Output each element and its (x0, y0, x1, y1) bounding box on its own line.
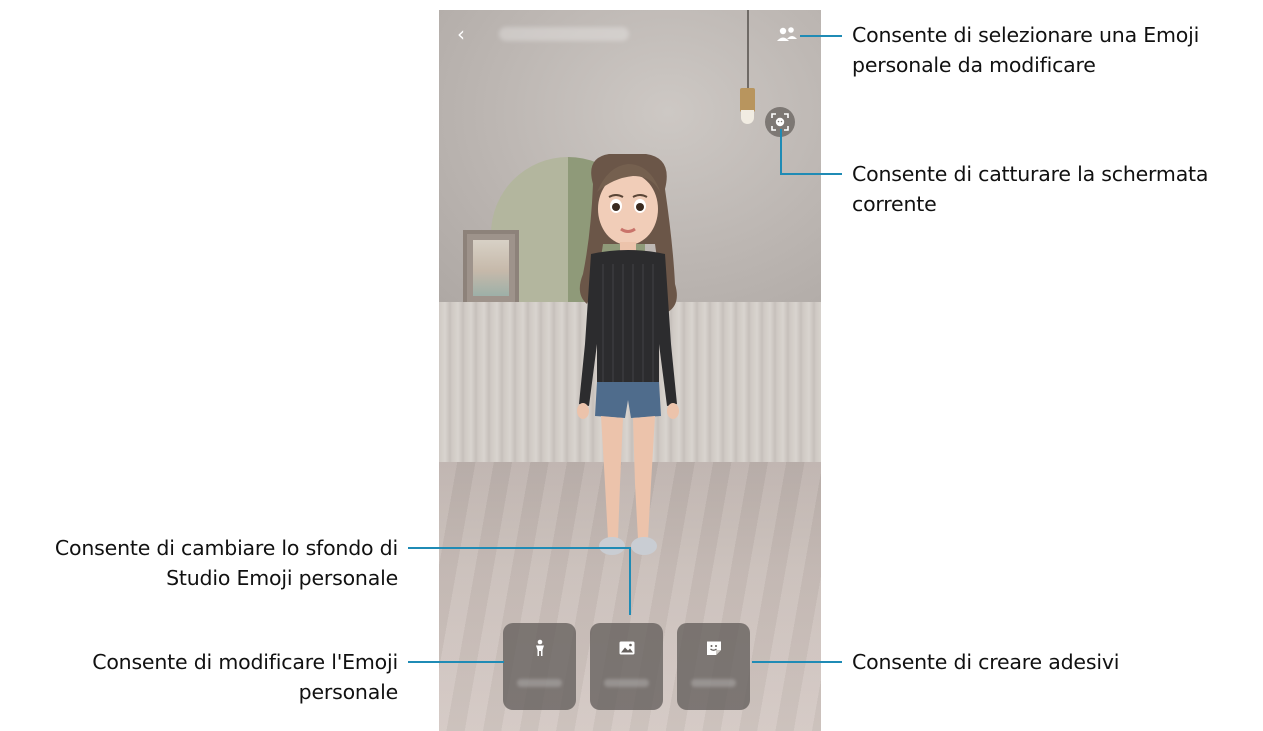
callout-background-line2: Studio Emoji personale (166, 566, 398, 590)
callout-select-emoji: Consente di selezionare una Emoji person… (852, 20, 1199, 80)
lamp-bulb (741, 110, 754, 124)
callout-line-background-h (408, 547, 631, 549)
callout-capture-line2: corrente (852, 192, 937, 216)
callout-stickers-line1: Consente di creare adesivi (852, 650, 1120, 674)
callout-line-background-v (629, 547, 631, 615)
phone-screen: ‹ (439, 10, 821, 731)
callout-line-edit (408, 661, 504, 663)
edit-body-button[interactable] (503, 623, 576, 710)
edit-body-label (517, 679, 562, 687)
chevron-left-icon: ‹ (457, 22, 465, 46)
callout-line-capture-h (780, 173, 842, 175)
back-button[interactable]: ‹ (457, 22, 477, 46)
select-emoji-button[interactable] (774, 22, 800, 46)
callout-edit-line2: personale (298, 680, 399, 704)
picture-frame (463, 230, 519, 306)
callout-change-background: Consente di cambiare lo sfondo di Studio… (0, 533, 398, 593)
callout-background-line1: Consente di cambiare lo sfondo di (54, 536, 398, 560)
create-stickers-label (691, 679, 736, 687)
screen-title (499, 27, 629, 41)
callout-capture-line1: Consente di catturare la schermata (852, 162, 1209, 186)
change-background-label (604, 679, 649, 687)
change-background-button[interactable] (590, 623, 663, 710)
callout-select-emoji-line2: personale da modificare (852, 53, 1096, 77)
callout-line-stickers (752, 661, 842, 663)
pendant-lamp (740, 88, 755, 112)
phone-top-bar: ‹ (439, 22, 821, 50)
callout-edit-emoji: Consente di modificare l'Emoji personale (0, 647, 398, 707)
people-icon (777, 27, 797, 41)
callout-line-select (800, 35, 842, 37)
callout-edit-line1: Consente di modificare l'Emoji (92, 650, 398, 674)
sticker-icon (706, 641, 721, 655)
person-icon (535, 639, 544, 656)
callout-create-stickers: Consente di creare adesivi (852, 647, 1119, 677)
callout-select-emoji-line1: Consente di selezionare una Emoji (852, 23, 1200, 47)
emoji-avatar[interactable] (563, 154, 693, 574)
callout-line-capture-v (780, 129, 782, 174)
callout-capture-screen: Consente di catturare la schermata corre… (852, 159, 1208, 219)
image-icon (619, 641, 634, 655)
create-stickers-button[interactable] (677, 623, 750, 710)
